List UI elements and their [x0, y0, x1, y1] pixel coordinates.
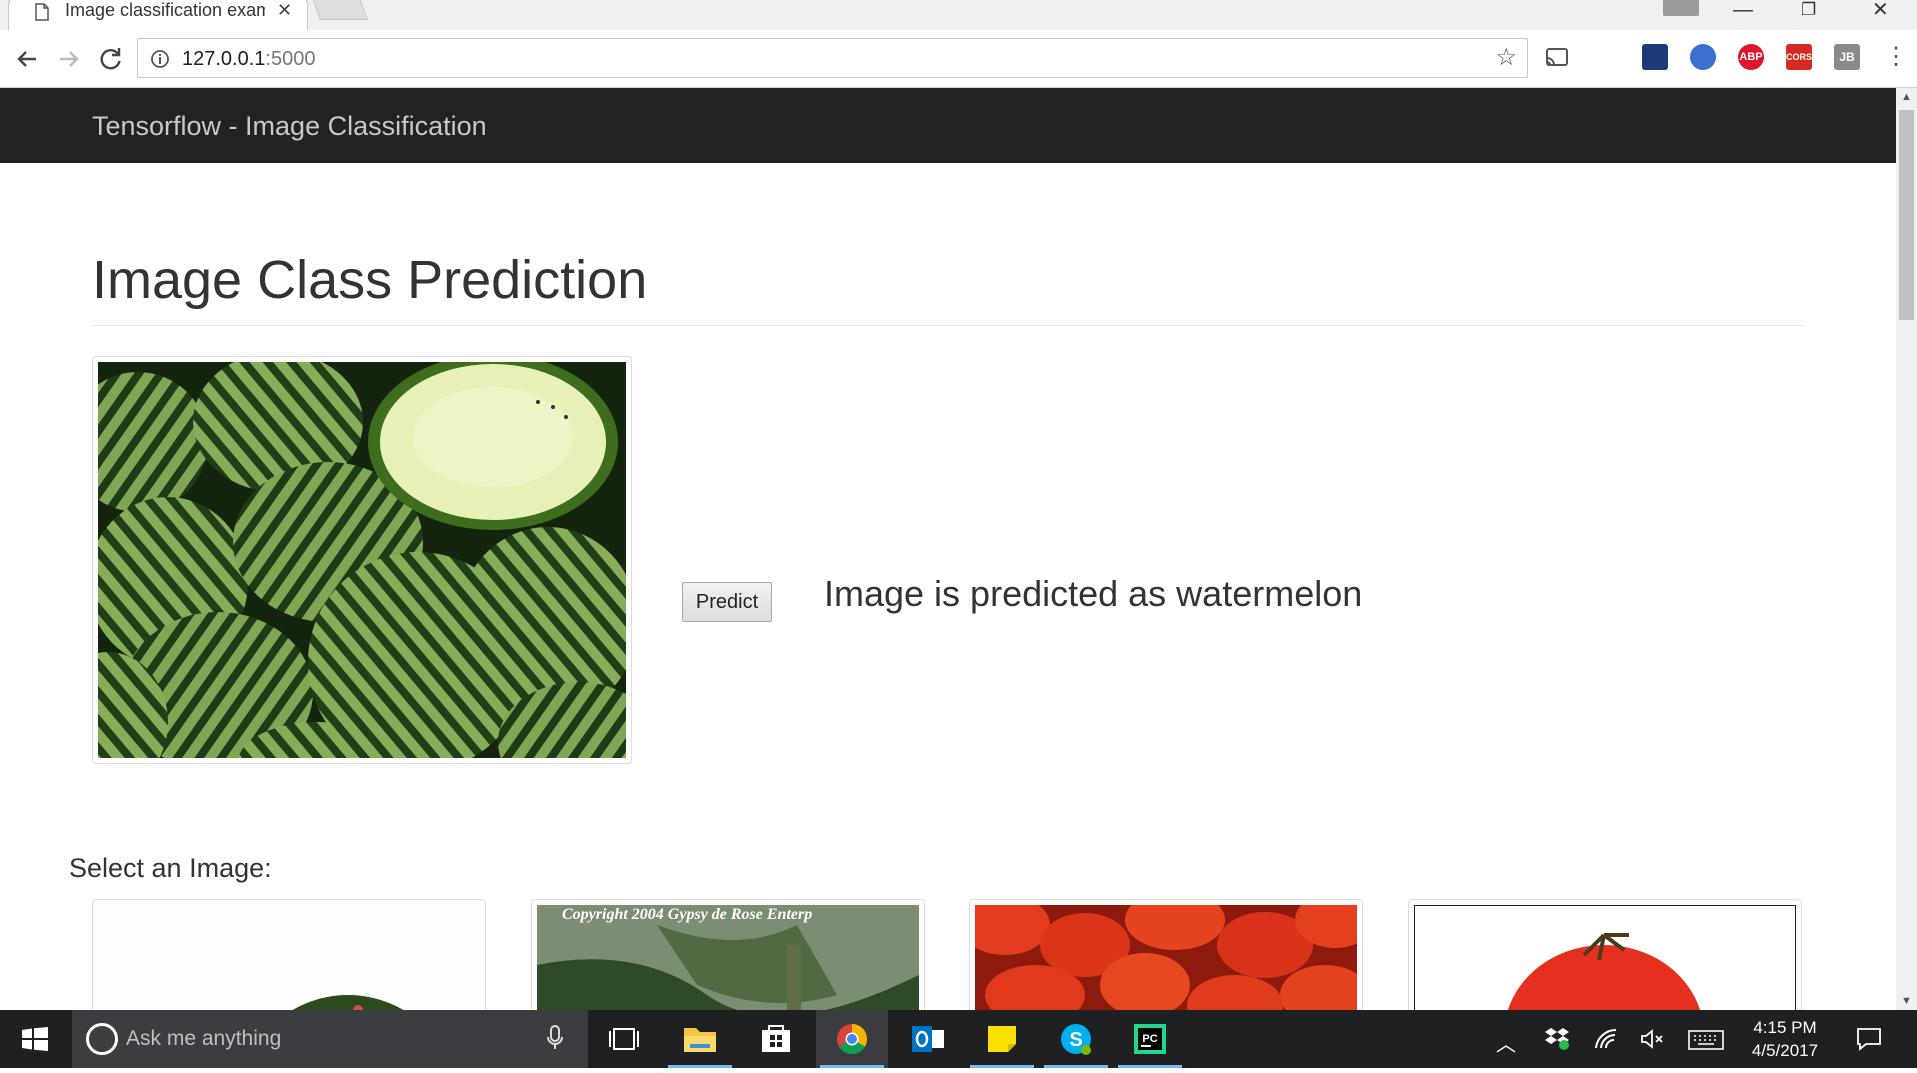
taskbar-outlook[interactable]: [892, 1010, 964, 1068]
browser-tab[interactable]: Image classification exam ✕: [8, 0, 308, 32]
pycharm-icon: PC: [1134, 1024, 1166, 1054]
system-clock[interactable]: 4:15 PM 4/5/2017: [1740, 1016, 1830, 1062]
taskbar-pycharm[interactable]: PC: [1114, 1010, 1186, 1068]
window-close-icon[interactable]: ✕: [1872, 0, 1889, 20]
cortana-search-box[interactable]: Ask me anything: [72, 1010, 588, 1068]
cors-icon[interactable]: CORS: [1786, 44, 1812, 70]
watermelon-image: [48, 352, 658, 802]
taskbar-store[interactable]: [740, 1010, 812, 1068]
browser-tabstrip: Image classification exam ✕ — ❐ ✕: [0, 0, 1917, 32]
chrome-icon: [837, 1023, 867, 1055]
divider: [92, 325, 1804, 326]
adblock-icon[interactable]: ABP: [1738, 44, 1764, 70]
address-bar[interactable]: 127.0.0.1:5000 ☆: [137, 38, 1528, 78]
store-icon: [762, 1025, 790, 1052]
scroll-up-icon[interactable]: ▲: [1901, 91, 1912, 103]
forward-icon[interactable]: [54, 44, 84, 74]
reload-icon[interactable]: [96, 44, 126, 74]
new-tab-button[interactable]: [311, 0, 369, 20]
task-view-button[interactable]: [588, 1010, 660, 1068]
gallery-item-tomato[interactable]: [1408, 899, 1802, 1010]
cast-icon[interactable]: [1544, 44, 1570, 70]
gallery-item-roma-tomatoes[interactable]: [969, 899, 1363, 1010]
browser-toolbar: 127.0.0.1:5000 ☆ Z ABP CORS JB ⋮: [0, 30, 1917, 88]
select-image-label: Select an Image:: [69, 853, 272, 883]
page-scrollbar[interactable]: ▲ ▼: [1896, 88, 1917, 1010]
tab-title: Image classification exam: [65, 0, 265, 20]
roma-tomatoes-image: [970, 900, 1362, 1010]
bookmark-star-icon[interactable]: ☆: [1495, 46, 1517, 70]
restore-icon[interactable]: ❐: [1801, 0, 1816, 20]
extension-icon[interactable]: [1642, 44, 1668, 70]
info-icon[interactable]: [150, 49, 170, 69]
scrollbar-thumb[interactable]: [1899, 110, 1914, 320]
minimize-icon[interactable]: —: [1733, 0, 1753, 20]
action-center-icon[interactable]: [1856, 1026, 1882, 1052]
cors-label: CORS: [1786, 52, 1813, 62]
globe-icon[interactable]: [1690, 44, 1716, 70]
taskbar-file-explorer[interactable]: [664, 1010, 736, 1068]
dropbox-icon[interactable]: [1544, 1026, 1570, 1050]
volume-muted-icon[interactable]: [1640, 1028, 1664, 1050]
clock-date: 4/5/2017: [1751, 1041, 1819, 1060]
wifi-icon[interactable]: [1594, 1028, 1618, 1050]
skype-icon: S: [1061, 1024, 1091, 1055]
taskbar-skype[interactable]: S: [1040, 1010, 1112, 1068]
show-hidden-icons[interactable]: ︿: [1496, 1028, 1516, 1057]
gallery-item-tomato-plant[interactable]: Copyright 2004 Gypsy de Rose Enterp: [531, 899, 925, 1010]
selected-image: [48, 352, 658, 802]
back-icon[interactable]: [12, 44, 42, 74]
search-placeholder: Ask me anything: [126, 1027, 282, 1050]
z-icon: Z: [1600, 44, 1614, 69]
navbar-brand[interactable]: Tensorflow - Image Classification: [92, 110, 487, 142]
svg-text:PC: PC: [1142, 1033, 1157, 1045]
menu-dots-icon[interactable]: ⋮: [1884, 44, 1908, 70]
adblock-label: ABP: [1739, 51, 1763, 63]
jb-label: JB: [1839, 50, 1855, 64]
sticky-notes-icon: [988, 1026, 1016, 1052]
jb-icon[interactable]: JB: [1834, 44, 1860, 70]
task-view-icon: [609, 1028, 639, 1050]
gallery-item-watermelon[interactable]: [92, 899, 486, 1010]
cortana-icon: [86, 1023, 118, 1055]
microphone-icon[interactable]: [546, 1024, 564, 1052]
watermelon-slice-image: [98, 905, 480, 1010]
keyboard-icon[interactable]: [1688, 1030, 1724, 1050]
tab-close-icon[interactable]: ✕: [277, 0, 292, 21]
predict-button[interactable]: Predict: [682, 582, 772, 622]
windows-start-icon[interactable]: [22, 1027, 48, 1051]
clock-time: 4:15 PM: [1753, 1018, 1817, 1037]
page-icon: [35, 3, 49, 21]
image-copyright-text: Copyright 2004 Gypsy de Rose Enterp: [562, 906, 813, 923]
folder-icon: [684, 1028, 716, 1052]
prediction-result: Image is predicted as watermelon: [824, 573, 1363, 614]
outlook-icon: [912, 1026, 944, 1052]
tomato-image: [1413, 904, 1797, 1010]
taskbar-sticky-notes[interactable]: [966, 1010, 1038, 1068]
windows-taskbar: Ask me anything S PC ︿ 4:15 PM 4/5/2017: [0, 1010, 1917, 1068]
svg-text:S: S: [1069, 1029, 1082, 1051]
app-navbar: Tensorflow - Image Classification: [0, 88, 1896, 163]
extension-z[interactable]: Z: [1594, 44, 1620, 70]
page-title: Image Class Prediction: [92, 250, 648, 310]
taskbar-chrome[interactable]: [816, 1010, 888, 1068]
scroll-down-icon[interactable]: ▼: [1901, 995, 1912, 1007]
web-page: Tensorflow - Image Classification Image …: [0, 88, 1896, 1010]
url-text: 127.0.0.1:5000: [182, 48, 316, 70]
profile-button[interactable]: [1663, 0, 1699, 16]
